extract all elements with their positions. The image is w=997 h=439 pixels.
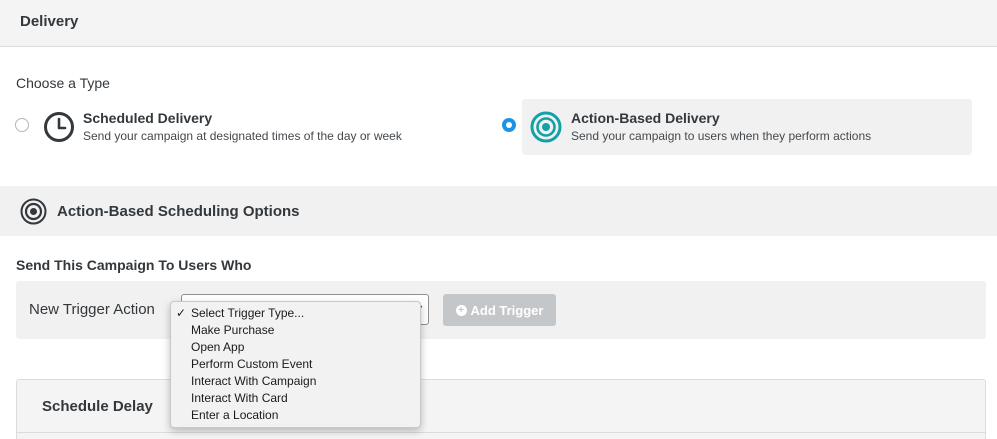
- dropdown-option-label: Select Trigger Type...: [191, 306, 305, 320]
- dropdown-option-perform-custom-event[interactable]: Perform Custom Event: [171, 356, 420, 373]
- scheduling-options-section: Action-Based Scheduling Options: [0, 186, 997, 236]
- trigger-row: New Trigger Action ▼ + Add Trigger: [16, 281, 986, 339]
- plus-circle-icon: +: [455, 304, 467, 316]
- send-to-label: Send This Campaign To Users Who: [16, 257, 252, 273]
- dropdown-option-interact-with-card[interactable]: Interact With Card: [171, 390, 420, 407]
- scheduled-delivery-radio[interactable]: [15, 118, 29, 132]
- action-based-delivery-radio[interactable]: [502, 118, 516, 132]
- page-title: Delivery: [20, 13, 79, 30]
- dropdown-option-enter-a-location[interactable]: Enter a Location: [171, 407, 420, 424]
- target-icon: [20, 198, 47, 225]
- action-based-delivery-title: Action-Based Delivery: [571, 110, 720, 126]
- checkmark-icon: ✓: [176, 306, 187, 320]
- divider: [17, 432, 985, 433]
- clock-icon: [44, 112, 74, 142]
- trigger-action-label: New Trigger Action: [29, 301, 155, 318]
- scheduled-delivery-option[interactable]: Scheduled Delivery Send your campaign at…: [35, 99, 475, 155]
- schedule-delay-title: Schedule Delay: [42, 398, 153, 415]
- add-trigger-button[interactable]: + Add Trigger: [443, 294, 556, 326]
- delivery-header: Delivery: [0, 0, 997, 47]
- dropdown-option-select-trigger-type[interactable]: ✓ Select Trigger Type...: [171, 305, 420, 322]
- scheduled-delivery-description: Send your campaign at designated times o…: [83, 129, 402, 143]
- add-trigger-label: Add Trigger: [470, 302, 544, 318]
- action-based-delivery-option[interactable]: Action-Based Delivery Send your campaign…: [522, 99, 972, 155]
- action-based-delivery-description: Send your campaign to users when they pe…: [571, 129, 872, 143]
- dropdown-option-open-app[interactable]: Open App: [171, 339, 420, 356]
- target-icon: [530, 111, 562, 143]
- scheduled-delivery-title: Scheduled Delivery: [83, 110, 213, 126]
- dropdown-option-make-purchase[interactable]: Make Purchase: [171, 322, 420, 339]
- schedule-delay-panel: Schedule Delay: [16, 379, 986, 439]
- choose-type-label: Choose a Type: [16, 75, 110, 91]
- dropdown-option-interact-with-campaign[interactable]: Interact With Campaign: [171, 373, 420, 390]
- section-title: Action-Based Scheduling Options: [57, 203, 300, 220]
- trigger-type-dropdown: ✓ Select Trigger Type... Make Purchase O…: [170, 301, 421, 428]
